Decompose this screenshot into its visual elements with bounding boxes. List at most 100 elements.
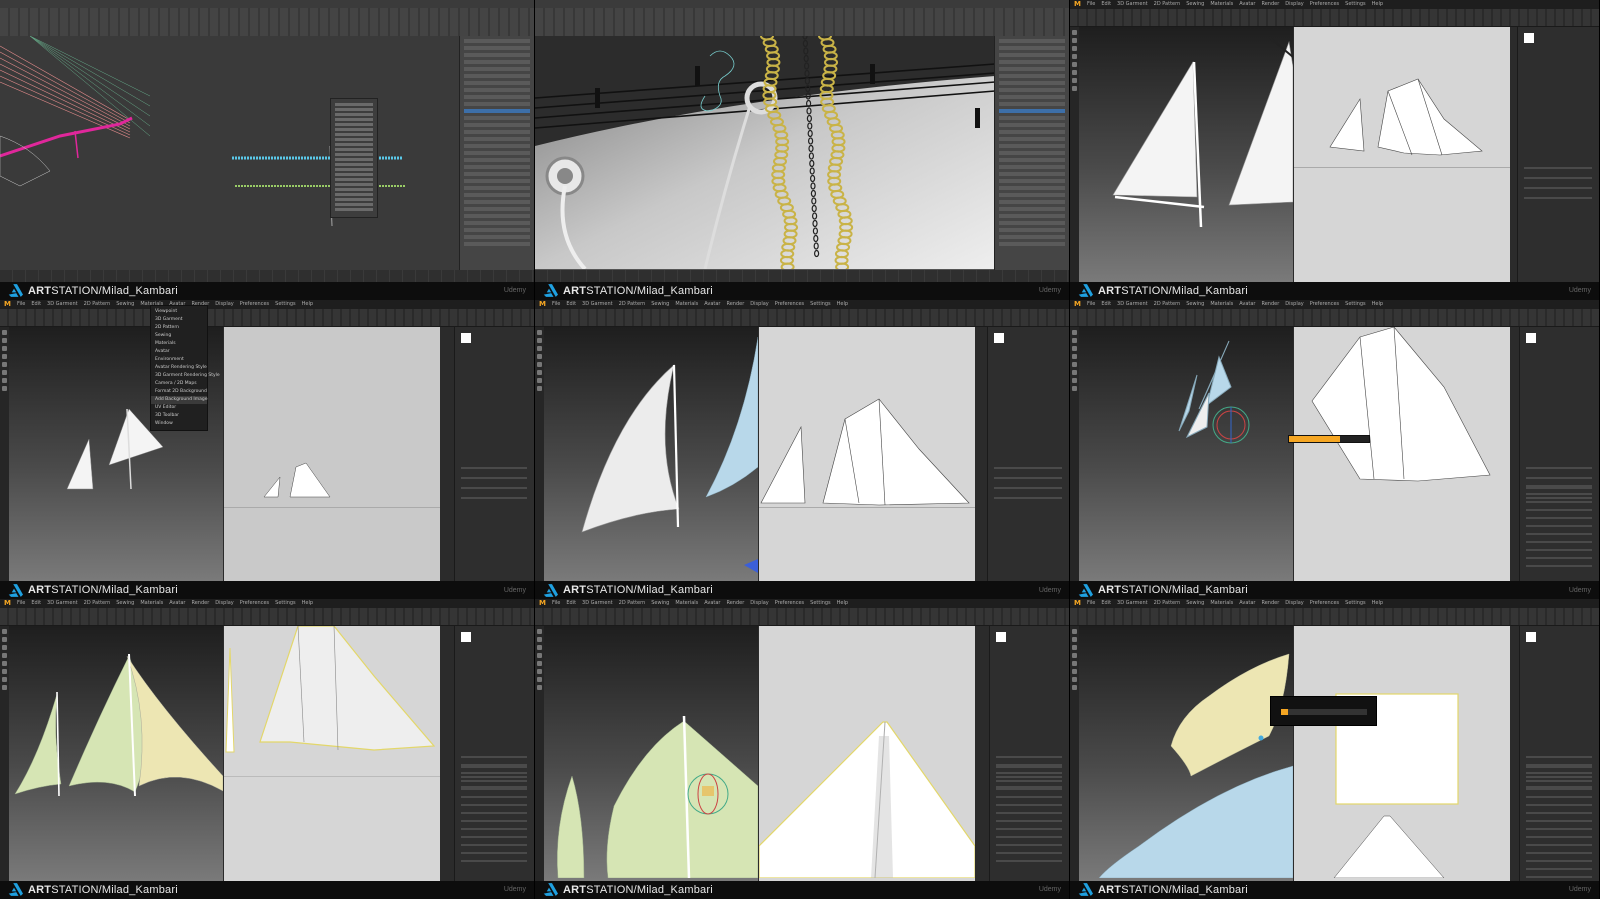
menu-item[interactable]: Avatar <box>1239 300 1255 309</box>
command-row[interactable] <box>999 242 1065 246</box>
menu-item[interactable]: Help <box>302 300 313 309</box>
menu-item[interactable]: File <box>1087 300 1095 309</box>
menu-item[interactable]: Display <box>1285 599 1303 608</box>
menu-item[interactable]: 2D Pattern <box>619 300 646 309</box>
tool-icon[interactable] <box>1072 337 1077 343</box>
menu-item[interactable]: Preferences <box>1310 300 1339 309</box>
menu-item[interactable]: 2D Pattern <box>1154 599 1181 608</box>
dropdown-item[interactable]: Materials <box>151 340 207 348</box>
object-browser-panel[interactable] <box>454 326 534 582</box>
command-row[interactable] <box>999 137 1065 141</box>
menu-item[interactable]: 3D Garment <box>1117 300 1148 309</box>
command-row[interactable] <box>999 74 1065 78</box>
menu-item[interactable]: Help <box>302 599 313 608</box>
tool-icon[interactable] <box>1072 661 1077 667</box>
quad-menu-item[interactable] <box>335 203 373 206</box>
toolbar[interactable] <box>1070 608 1599 627</box>
menu-item[interactable]: Settings <box>810 599 831 608</box>
tool-icon[interactable] <box>537 645 542 651</box>
tool-icon[interactable] <box>1072 645 1077 651</box>
quad-menu-item[interactable] <box>335 198 373 201</box>
3d-garment-viewport[interactable] <box>544 326 758 582</box>
tool-icon[interactable] <box>537 637 542 643</box>
tool-column[interactable] <box>1070 626 1079 881</box>
tool-icon[interactable] <box>537 653 542 659</box>
2d-pattern-viewport[interactable] <box>224 326 440 582</box>
dropdown-item[interactable]: Sewing <box>151 332 207 340</box>
menu-item[interactable]: 2D Pattern <box>84 599 111 608</box>
menu-item[interactable]: File <box>552 599 560 608</box>
dropdown-item[interactable]: 3D Garment <box>151 316 207 324</box>
menu-item[interactable]: File <box>17 300 25 309</box>
menu-item[interactable]: Settings <box>810 300 831 309</box>
tool-icon[interactable] <box>1072 70 1077 75</box>
2d-pattern-viewport[interactable] <box>1294 326 1510 582</box>
tool-icon[interactable] <box>1072 385 1077 391</box>
fabric-swatch[interactable] <box>996 632 1006 643</box>
menu-item[interactable]: Avatar <box>169 599 185 608</box>
menu-item[interactable]: 3D Garment <box>1117 599 1148 608</box>
quad-menu-item[interactable] <box>335 143 373 146</box>
toolbar[interactable] <box>1070 308 1599 327</box>
fabric-swatch[interactable] <box>1526 632 1536 643</box>
dropdown-item[interactable]: 3D Garment Rendering Style <box>151 372 220 380</box>
tool-column[interactable] <box>535 326 544 582</box>
menu-item[interactable]: Help <box>837 300 848 309</box>
menu-item[interactable]: 2D Pattern <box>619 599 646 608</box>
menu-item[interactable]: 2D Pattern <box>1154 300 1181 309</box>
3d-garment-viewport[interactable] <box>9 626 223 881</box>
menu-item[interactable]: Edit <box>1101 0 1111 9</box>
menu-item[interactable]: Render <box>1261 599 1279 608</box>
quad-menu-item[interactable] <box>335 208 373 211</box>
menu-item[interactable]: Settings <box>1345 599 1366 608</box>
command-row[interactable] <box>464 116 530 120</box>
command-row[interactable] <box>464 88 530 92</box>
menu-item[interactable]: Settings <box>275 300 296 309</box>
tool-icon[interactable] <box>537 345 542 351</box>
quad-menu-item[interactable] <box>335 113 373 116</box>
menu-item[interactable]: 3D Garment <box>582 599 613 608</box>
timeline[interactable] <box>535 269 1069 282</box>
menu-item[interactable]: Display <box>750 599 768 608</box>
command-row[interactable] <box>999 60 1065 64</box>
menu-item[interactable]: Edit <box>31 300 41 309</box>
tool-icon[interactable] <box>2 661 7 667</box>
quad-menu-item[interactable] <box>335 103 373 106</box>
command-row[interactable] <box>999 67 1065 71</box>
fabric-swatch[interactable] <box>461 632 471 643</box>
tool-icon[interactable] <box>1072 86 1077 91</box>
tool-column[interactable] <box>535 626 544 881</box>
quad-menu-item[interactable] <box>335 188 373 191</box>
command-panel[interactable] <box>459 36 534 270</box>
tool-icon[interactable] <box>1072 54 1077 59</box>
object-browser-panel[interactable] <box>1519 626 1599 881</box>
dropdown-item[interactable]: 2D Pattern <box>151 324 207 332</box>
dropdown-item[interactable]: UV Editor <box>151 404 207 412</box>
command-panel[interactable] <box>994 36 1069 270</box>
command-row[interactable] <box>464 74 530 78</box>
menu-item[interactable]: Preferences <box>240 300 269 309</box>
quad-menu-item[interactable] <box>335 148 373 151</box>
quad-menu-item[interactable] <box>335 158 373 161</box>
command-row[interactable] <box>464 60 530 64</box>
fabric-swatch[interactable] <box>994 332 1004 343</box>
fabric-swatch[interactable] <box>1526 332 1536 343</box>
menu-item[interactable]: Sewing <box>1186 599 1204 608</box>
command-row[interactable] <box>999 165 1065 169</box>
command-row[interactable] <box>464 81 530 85</box>
menu-item[interactable]: Preferences <box>240 599 269 608</box>
dropdown-item[interactable]: Camera / 2D Maps <box>151 380 207 388</box>
tool-icon[interactable] <box>1072 353 1077 359</box>
menu-item[interactable]: 2D Pattern <box>1154 0 1181 9</box>
menu-item[interactable]: 3D Garment <box>47 300 78 309</box>
tool-icon[interactable] <box>2 385 7 391</box>
2d-pattern-viewport[interactable] <box>1294 626 1510 881</box>
tool-icon[interactable] <box>2 669 7 675</box>
tool-column[interactable] <box>0 626 9 881</box>
tool-icon[interactable] <box>1072 38 1077 43</box>
object-browser-panel[interactable] <box>1517 27 1599 282</box>
tool-icon[interactable] <box>1072 78 1077 83</box>
command-row[interactable] <box>464 235 530 239</box>
menu-item[interactable]: Materials <box>1210 0 1233 9</box>
toolbar[interactable] <box>0 308 534 327</box>
